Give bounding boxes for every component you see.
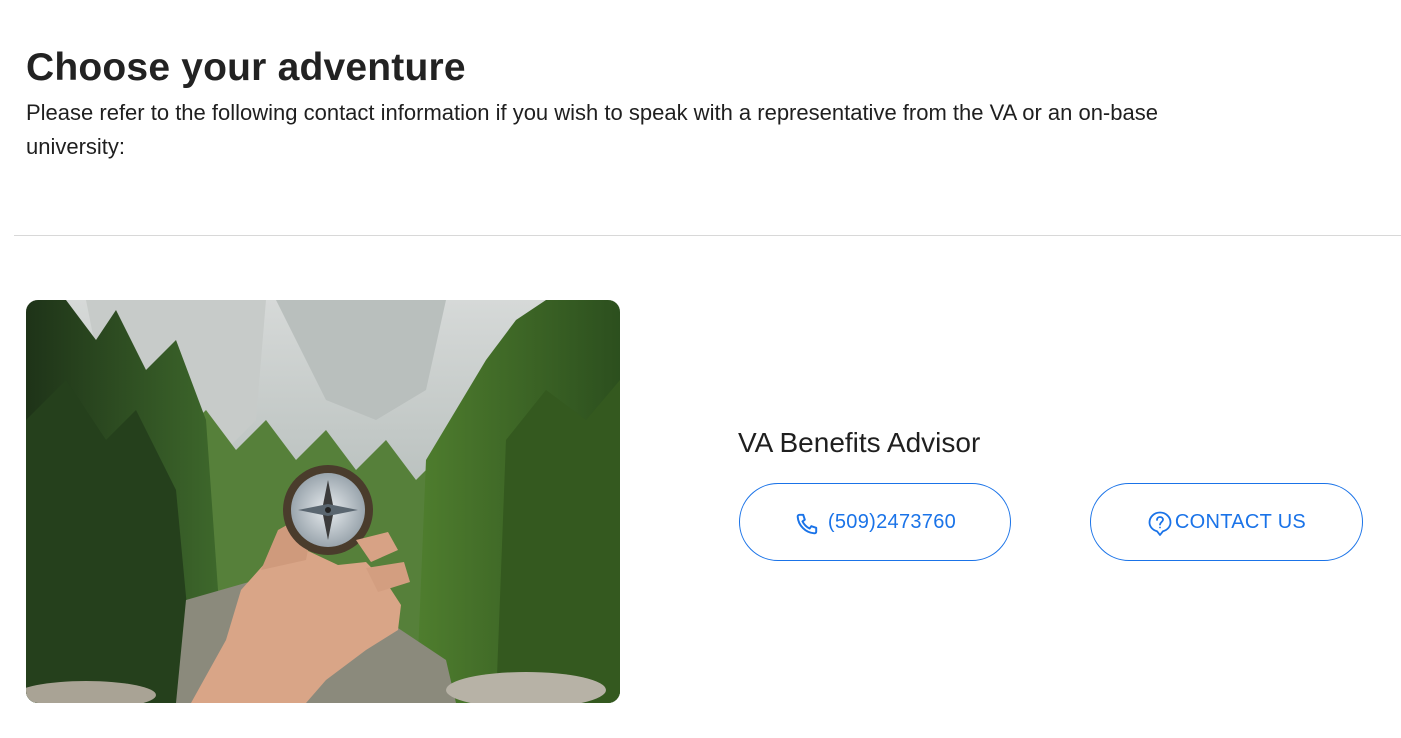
phone-button[interactable]: (509)2473760 (739, 483, 1011, 561)
contact-us-button[interactable]: CONTACT US (1090, 483, 1363, 561)
section-divider (14, 235, 1401, 236)
page-subtitle: Please refer to the following contact in… (26, 100, 1158, 159)
advisor-title: VA Benefits Advisor (738, 427, 981, 458)
phone-icon (794, 511, 820, 537)
page: Choose your adventure Please refer to th… (0, 0, 1401, 738)
page-title: Choose your adventure (26, 46, 466, 89)
phone-label: (509)2473760 (827, 510, 957, 533)
hero-image (26, 300, 620, 703)
contact-us-label: CONTACT US (1174, 510, 1307, 533)
page-header: Choose your adventure Please refer to th… (26, 44, 1226, 164)
help-circle-icon (1147, 510, 1173, 538)
